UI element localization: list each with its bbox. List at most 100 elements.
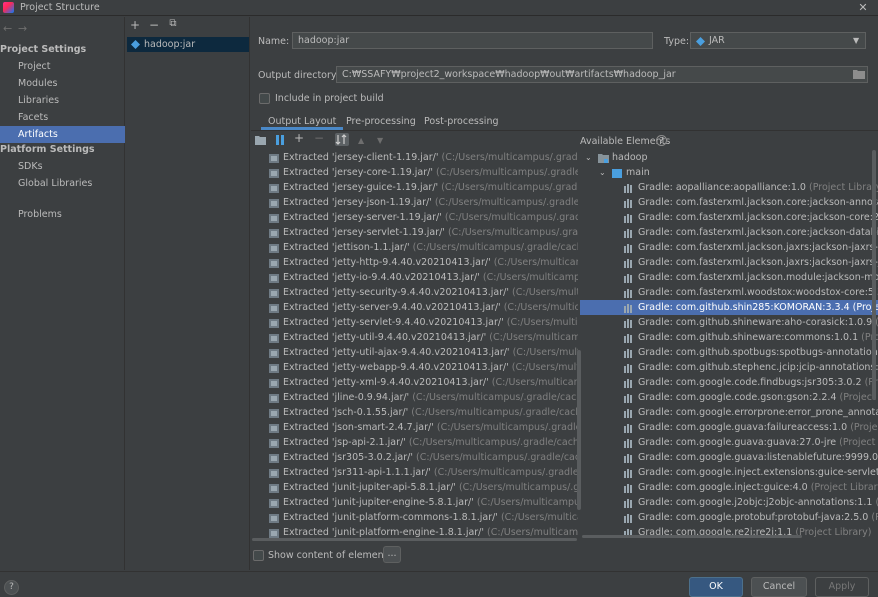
tree-row[interactable]: Extracted 'jetty-util-9.4.40.v20210413.j… [251, 330, 578, 345]
tree-row[interactable]: Extracted 'jetty-http-9.4.40.v20210413.j… [251, 255, 578, 270]
extracted-archive-icon [269, 483, 279, 493]
include-in-build-checkbox[interactable] [259, 93, 270, 104]
tree-row[interactable]: Extracted 'jsch-0.1.55.jar/' (C:/Users/m… [251, 405, 578, 420]
tree-node-hadoop[interactable]: ⌄ hadoop [580, 150, 878, 165]
help-button[interactable]: ? [4, 580, 19, 595]
available-hscrollbar[interactable] [582, 535, 802, 538]
tree-row[interactable]: Extracted 'jersey-server-1.19.jar/' (C:/… [251, 210, 578, 225]
tree-row[interactable]: Extracted 'jersey-servlet-1.19.jar/' (C:… [251, 225, 578, 240]
remove-artifact-icon[interactable]: − [147, 18, 161, 32]
tree-row[interactable]: Extracted 'jetty-io-9.4.40.v20210413.jar… [251, 270, 578, 285]
library-list-item[interactable]: Gradle: com.github.shin285:KOMORAN:3.3.4… [580, 300, 878, 315]
new-folder-icon[interactable] [255, 135, 266, 145]
library-list-item[interactable]: Gradle: com.fasterxml.jackson.module:jac… [580, 270, 878, 285]
library-list-item[interactable]: Gradle: com.google.protobuf:protobuf-jav… [580, 510, 878, 525]
tree-row[interactable]: Extracted 'jersey-guice-1.19.jar/' (C:/U… [251, 180, 578, 195]
apply-button[interactable]: Apply [815, 577, 869, 597]
archive-icon[interactable] [275, 135, 285, 145]
library-list-item[interactable]: Gradle: com.google.guava:failureaccess:1… [580, 420, 878, 435]
tree-row[interactable]: Extracted 'jsr311-api-1.1.1.jar/' (C:/Us… [251, 465, 578, 480]
add-artifact-icon[interactable]: + [128, 18, 142, 32]
library-list-item[interactable]: Gradle: com.google.code.findbugs:jsr305:… [580, 375, 878, 390]
library-list-item[interactable]: Gradle: com.github.stephenc.jcip:jcip-an… [580, 360, 878, 375]
copy-artifact-icon[interactable]: ⧉ [166, 18, 180, 29]
output-directory-field[interactable]: C:₩SSAFY₩project2_workspace₩hadoop₩out₩a… [336, 66, 868, 83]
tree-row[interactable]: Extracted 'jetty-webapp-9.4.40.v20210413… [251, 360, 578, 375]
sidebar-item-sdks[interactable]: SDKs [0, 158, 125, 175]
type-select[interactable]: JAR ▼ [690, 32, 866, 49]
help-circle-icon[interactable]: ? [656, 135, 667, 146]
tab-post-processing[interactable]: Post-processing [424, 113, 499, 130]
library-name: Gradle: com.github.spotbugs:spotbugs-ann… [638, 347, 878, 358]
library-list-item[interactable]: Gradle: com.google.j2objc:j2objc-annotat… [580, 495, 878, 510]
available-vscrollbar[interactable] [872, 150, 876, 400]
tab-output-layout[interactable]: Output Layout [261, 113, 344, 130]
library-list-item[interactable]: Gradle: com.fasterxml.jackson.core:jacks… [580, 195, 878, 210]
close-icon[interactable]: ✕ [855, 0, 871, 16]
move-down-icon[interactable]: ▼ [377, 136, 383, 145]
sidebar-item-modules[interactable]: Modules [0, 75, 125, 92]
library-icon [624, 243, 634, 253]
library-list-item[interactable]: Gradle: com.fasterxml.woodstox:woodstox-… [580, 285, 878, 300]
tree-row[interactable]: Extracted 'jetty-util-ajax-9.4.40.v20210… [251, 345, 578, 360]
show-content-checkbox[interactable] [253, 550, 264, 561]
tree-row[interactable]: Extracted 'jsp-api-2.1.jar/' (C:/Users/m… [251, 435, 578, 450]
tree-row[interactable]: Extracted 'jetty-xml-9.4.40.v20210413.ja… [251, 375, 578, 390]
output-layout-vscrollbar[interactable] [577, 350, 581, 510]
library-list-item[interactable]: Gradle: com.google.guava:listenablefutur… [580, 450, 878, 465]
library-list-item[interactable]: Gradle: com.google.guava:guava:27.0-jre … [580, 435, 878, 450]
tree-row[interactable]: Extracted 'jersey-core-1.19.jar/' (C:/Us… [251, 165, 578, 180]
library-list-item[interactable]: Gradle: com.github.shineware:commons:1.0… [580, 330, 878, 345]
extracted-name: Extracted 'junit-platform-commons-1.8.1.… [283, 512, 498, 523]
library-list-item[interactable]: Gradle: aopalliance:aopalliance:1.0 (Pro… [580, 180, 878, 195]
tree-row[interactable]: Extracted 'jetty-server-9.4.40.v20210413… [251, 300, 578, 315]
back-arrow-icon[interactable]: ← [3, 22, 12, 35]
library-list-item[interactable]: Gradle: com.google.inject.extensions:gui… [580, 465, 878, 480]
library-list-item[interactable]: Gradle: com.fasterxml.jackson.core:jacks… [580, 225, 878, 240]
library-list-item[interactable]: Gradle: com.fasterxml.jackson.core:jacks… [580, 210, 878, 225]
more-options-button[interactable]: ... [383, 546, 401, 563]
library-list-item[interactable]: Gradle: com.github.shineware:aho-corasic… [580, 315, 878, 330]
library-list-item[interactable]: Gradle: com.fasterxml.jackson.jaxrs:jack… [580, 255, 878, 270]
tree-row[interactable]: Extracted 'junit-platform-commons-1.8.1.… [251, 510, 578, 525]
library-list-item[interactable]: Gradle: com.github.spotbugs:spotbugs-ann… [580, 345, 878, 360]
tree-row[interactable]: Extracted 'jersey-client-1.19.jar/' (C:/… [251, 150, 578, 165]
output-layout-tree[interactable]: Extracted 'jersey-client-1.19.jar/' (C:/… [251, 150, 578, 538]
library-list-item[interactable]: Gradle: com.google.code.gson:gson:2.2.4 … [580, 390, 878, 405]
tree-row[interactable]: Extracted 'jettison-1.1.jar/' (C:/Users/… [251, 240, 578, 255]
artifact-list-item[interactable]: hadoop:jar [127, 37, 249, 52]
tree-row[interactable]: Extracted 'json-smart-2.4.7.jar/' (C:/Us… [251, 420, 578, 435]
sort-elements-icon[interactable] [335, 133, 349, 146]
library-name: Gradle: com.google.guava:guava:27.0-jre [638, 437, 837, 448]
tree-row[interactable]: Extracted 'jsr305-3.0.2.jar/' (C:/Users/… [251, 450, 578, 465]
library-list-item[interactable]: Gradle: com.fasterxml.jackson.jaxrs:jack… [580, 240, 878, 255]
sidebar-item-libraries[interactable]: Libraries [0, 92, 125, 109]
cancel-button[interactable]: Cancel [751, 577, 807, 597]
move-up-icon[interactable]: ▲ [358, 136, 364, 145]
tree-row[interactable]: Extracted 'junit-jupiter-api-5.8.1.jar/'… [251, 480, 578, 495]
browse-folder-icon[interactable] [853, 69, 865, 79]
tree-node-main[interactable]: ⌄ main [580, 165, 878, 180]
library-name: Gradle: com.fasterxml.jackson.module:jac… [638, 272, 878, 283]
tree-row[interactable]: Extracted 'junit-platform-engine-1.8.1.j… [251, 525, 578, 538]
sidebar-item-problems[interactable]: Problems [0, 206, 125, 223]
library-list-item[interactable]: Gradle: com.google.inject:guice:4.0 (Pro… [580, 480, 878, 495]
add-copy-icon[interactable]: + [292, 131, 306, 145]
remove-element-icon[interactable]: − [312, 131, 326, 145]
output-layout-hscrollbar[interactable] [252, 538, 577, 541]
tab-pre-processing[interactable]: Pre-processing [346, 113, 416, 130]
library-list-item[interactable]: Gradle: com.google.errorprone:error_pron… [580, 405, 878, 420]
name-field[interactable]: hadoop:jar [292, 32, 653, 49]
tree-row[interactable]: Extracted 'jetty-servlet-9.4.40.v2021041… [251, 315, 578, 330]
sidebar-item-artifacts[interactable]: Artifacts [0, 126, 125, 143]
tree-row[interactable]: Extracted 'jetty-security-9.4.40.v202104… [251, 285, 578, 300]
ok-button[interactable]: OK [689, 577, 743, 597]
tree-row[interactable]: Extracted 'jline-0.9.94.jar/' (C:/Users/… [251, 390, 578, 405]
available-elements-tree[interactable]: ⌄ hadoop ⌄ main Gradle: aopalliance:aopallia… [580, 150, 878, 538]
sidebar-item-project[interactable]: Project [0, 58, 125, 75]
tree-row[interactable]: Extracted 'jersey-json-1.19.jar/' (C:/Us… [251, 195, 578, 210]
sidebar-item-global-libraries[interactable]: Global Libraries [0, 175, 125, 192]
tree-row[interactable]: Extracted 'junit-jupiter-engine-5.8.1.ja… [251, 495, 578, 510]
forward-arrow-icon[interactable]: → [18, 22, 27, 35]
sidebar-item-facets[interactable]: Facets [0, 109, 125, 126]
